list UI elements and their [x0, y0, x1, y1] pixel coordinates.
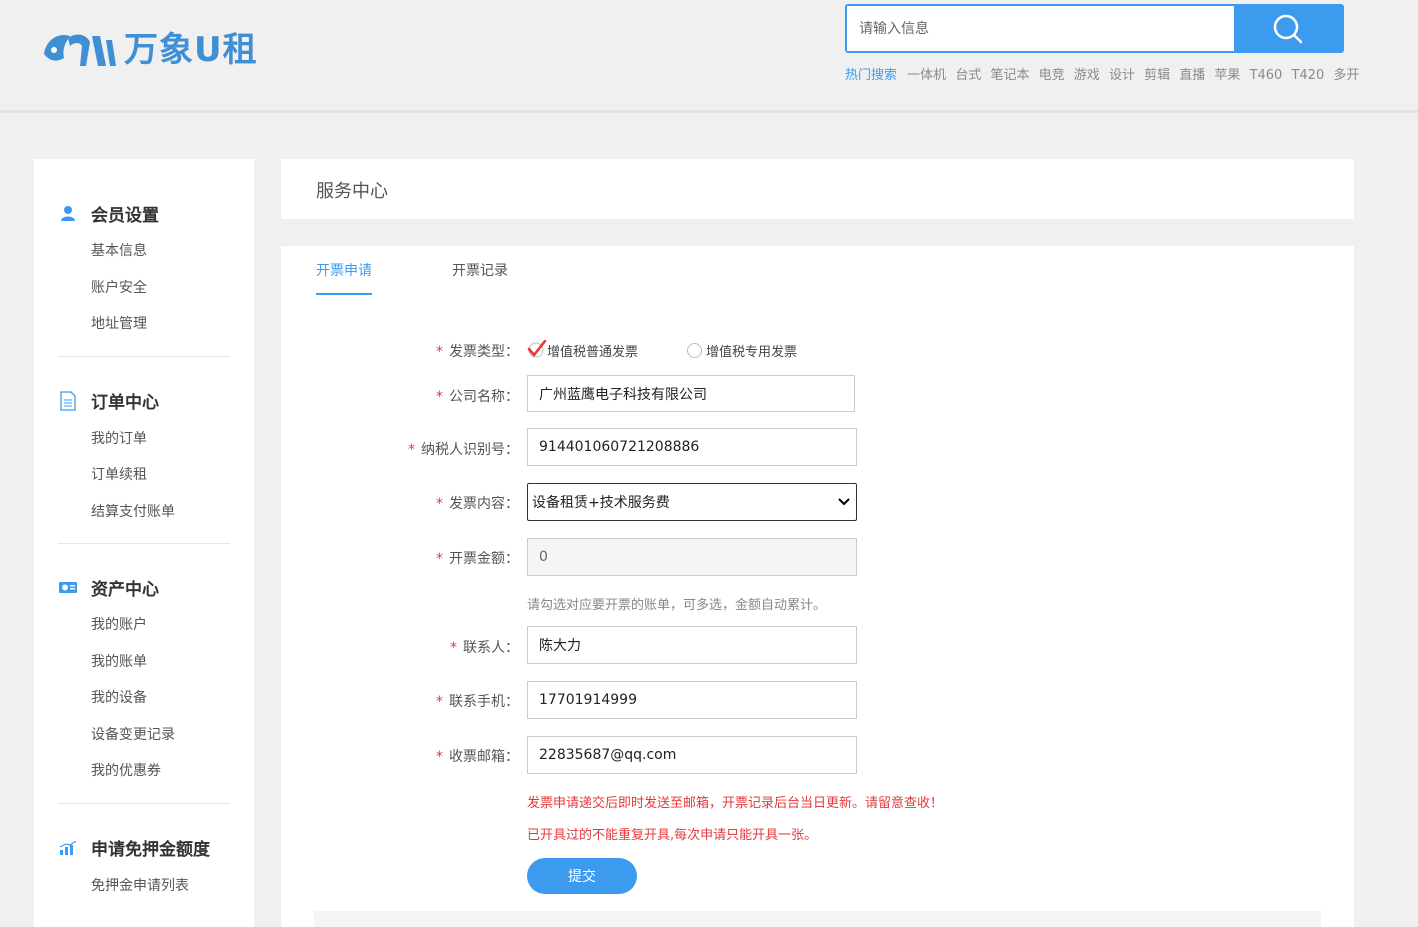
invoice-content-select[interactable]: 设备租赁+技术服务费	[527, 483, 857, 521]
money-icon	[58, 577, 78, 597]
hot-keyword-link[interactable]: 笔记本	[990, 68, 1029, 83]
sidebar-item-renew[interactable]: 订单续租	[58, 457, 254, 494]
sidebar-item-settlement[interactable]: 结算支付账单	[58, 494, 254, 531]
email-field[interactable]: 22835687@qq.com	[527, 736, 857, 774]
invoice-type-label: * 发票类型：	[436, 344, 519, 360]
document-icon	[58, 390, 78, 411]
site-header: 万象U租 热门搜索 一体机 台式 笔记本 电竞 游戏 设计 剪辑 直播 苹果 T…	[0, 0, 1418, 113]
phone-field[interactable]: 17701914999	[527, 681, 857, 719]
company-name-field[interactable]: 广州蓝鹰电子科技有限公司	[527, 375, 855, 412]
search-bar	[845, 4, 1344, 53]
contact-label: * 联系人：	[450, 640, 519, 656]
site-logo[interactable]: 万象U租	[40, 18, 258, 74]
hot-keyword-link[interactable]: 苹果	[1214, 68, 1240, 83]
sidebar-item-deposit-list[interactable]: 免押金申请列表	[58, 868, 254, 905]
sidebar-item-device-changes[interactable]: 设备变更记录	[58, 717, 254, 754]
elephant-logo-icon	[44, 34, 116, 66]
tab-invoice-apply[interactable]: 开票申请	[316, 260, 372, 295]
sidebar-item-my-bills[interactable]: 我的账单	[58, 644, 254, 681]
content-label: * 发票内容：	[436, 496, 519, 512]
sidebar-item-my-devices[interactable]: 我的设备	[58, 680, 254, 717]
sidebar-group-member: 会员设置 基本信息 账户安全 地址管理	[34, 193, 254, 343]
sidebar-item-address[interactable]: 地址管理	[58, 306, 254, 343]
search-button[interactable]	[1234, 6, 1342, 51]
sidebar-group-title: 订单中心	[58, 381, 254, 421]
radio-special-invoice[interactable]: 增值税专用发票	[687, 341, 797, 360]
notice-email: 发票申请递交后即时发送至邮箱，开票记录后台当日更新。请留意查收！	[527, 796, 944, 811]
submit-button[interactable]: 提交	[527, 858, 637, 894]
invoice-amount-field: 0	[527, 538, 857, 576]
sidebar-group-title: 会员设置	[58, 193, 254, 233]
tax-id-label: * 纳税人识别号：	[408, 442, 519, 458]
radio-normal-invoice[interactable]: 增值税普通发票	[527, 340, 638, 360]
tax-id-field[interactable]: 914401060721208886	[527, 428, 857, 466]
hot-keyword-link[interactable]: 电竞	[1039, 68, 1065, 83]
chart-icon	[58, 838, 78, 858]
sidebar-group-assets: 资产中心 我的账户 我的账单 我的设备 设备变更记录 我的优惠券	[34, 567, 254, 790]
hot-search: 热门搜索 一体机 台式 笔记本 电竞 游戏 设计 剪辑 直播 苹果 T460 T…	[845, 64, 1364, 83]
hot-keyword-link[interactable]: 游戏	[1074, 68, 1100, 83]
hot-keyword-link[interactable]: 多开	[1333, 68, 1359, 83]
amount-hint: 请勾选对应要开票的账单，可多选，金额自动累计。	[527, 598, 827, 613]
invoice-type-radio-group: 增值税普通发票 增值税专用发票	[527, 340, 797, 360]
user-icon	[58, 203, 78, 223]
hot-keyword-link[interactable]: 一体机	[907, 68, 946, 83]
tab-invoice-records[interactable]: 开票记录	[452, 260, 508, 295]
checkmark-icon	[527, 340, 547, 358]
sidebar-group-orders: 订单中心 我的订单 订单续租 结算支付账单	[34, 381, 254, 531]
sidebar-group-title: 资产中心	[58, 567, 254, 607]
email-label: * 收票邮箱：	[436, 749, 519, 765]
notice-no-duplicate: 已开具过的不能重复开具,每次申请只能开具一张。	[527, 828, 818, 843]
sidebar-item-coupons[interactable]: 我的优惠券	[58, 753, 254, 790]
sidebar-item-basic-info[interactable]: 基本信息	[58, 233, 254, 270]
hot-keyword-link[interactable]: T460	[1250, 68, 1283, 83]
sidebar-item-my-orders[interactable]: 我的订单	[58, 421, 254, 458]
hot-keyword-link[interactable]: 直播	[1179, 68, 1205, 83]
hot-search-label: 热门搜索	[845, 68, 898, 83]
brand-name: 万象U租	[124, 29, 258, 70]
chevron-down-icon	[838, 498, 850, 506]
radio-circle-icon	[687, 342, 703, 358]
phone-label: * 联系手机：	[436, 694, 519, 710]
invoice-panel: 开票申请 开票记录 * 发票类型： 增值税普通发票 增值税专用发票 * 公司名称： …	[281, 246, 1354, 927]
hot-keyword-link[interactable]: T420	[1291, 68, 1324, 83]
service-center-header: 服务中心	[281, 159, 1354, 219]
page-title: 服务中心	[316, 181, 388, 202]
search-icon	[1273, 14, 1303, 43]
sidebar: 会员设置 基本信息 账户安全 地址管理 订单中心 我的订单 订单续租 结算支付账…	[34, 159, 254, 927]
company-label: * 公司名称：	[436, 389, 519, 405]
sidebar-group-title: 申请免押金额度	[58, 828, 254, 868]
contact-name-field[interactable]: 陈大力	[527, 626, 857, 664]
hot-keyword-link[interactable]: 设计	[1109, 68, 1135, 83]
bills-table-area	[314, 911, 1321, 927]
sidebar-group-deposit: 申请免押金额度 免押金申请列表	[34, 828, 254, 905]
amount-label: * 开票金额：	[436, 551, 519, 567]
search-input[interactable]	[847, 6, 1234, 51]
sidebar-item-account-security[interactable]: 账户安全	[58, 270, 254, 307]
hot-keyword-link[interactable]: 剪辑	[1144, 68, 1170, 83]
sidebar-item-my-account[interactable]: 我的账户	[58, 607, 254, 644]
hot-keyword-link[interactable]: 台式	[955, 68, 981, 83]
